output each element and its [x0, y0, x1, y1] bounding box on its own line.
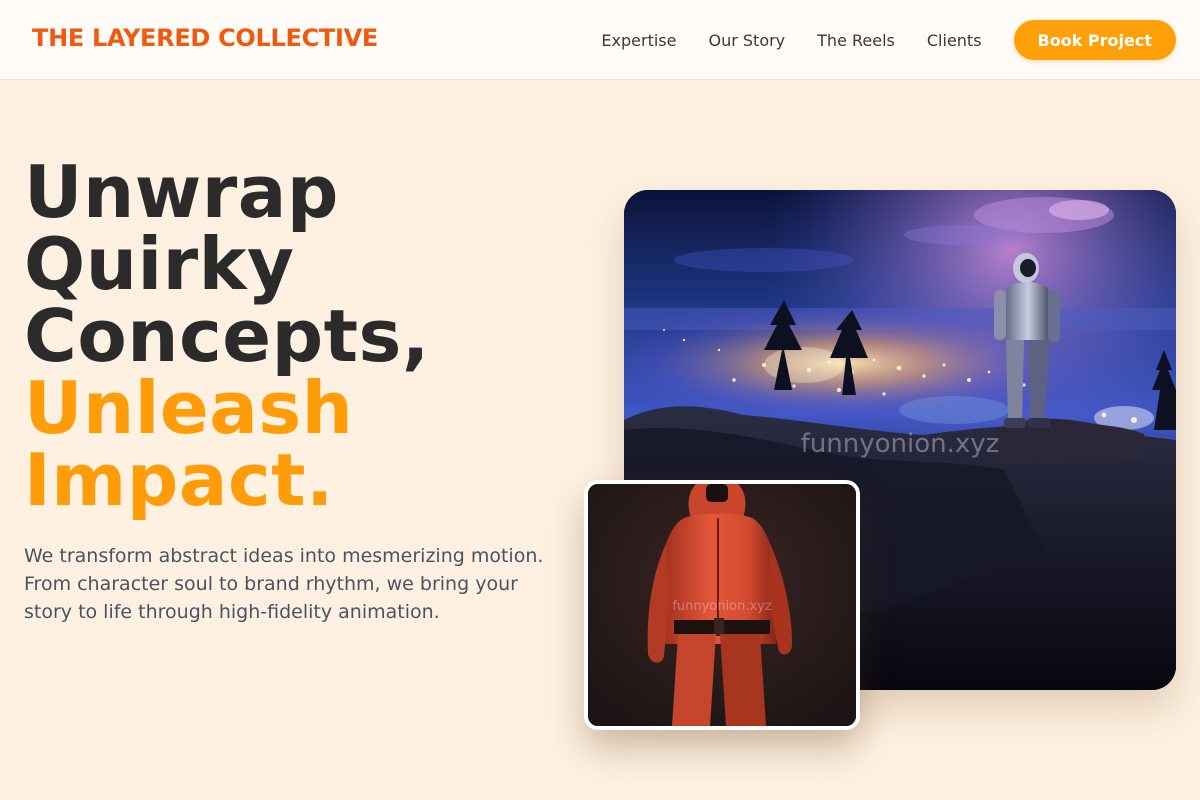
headline-accent-line-1: Unleash	[24, 366, 354, 450]
watermark-text-small: funnyonion.xyz	[672, 599, 772, 614]
headline-line-1: Unwrap	[24, 150, 339, 234]
watermark-text: funnyonion.xyz	[801, 429, 1000, 459]
nav-link-expertise[interactable]: Expertise	[601, 31, 676, 50]
nav-links: Expertise Our Story The Reels Clients Bo…	[601, 20, 1176, 60]
brand-logo[interactable]: THE LAYERED COLLECTIVE	[32, 24, 378, 52]
hero-headline: Unwrap Quirky Concepts, Unleash Impact.	[24, 156, 584, 516]
top-navbar: THE LAYERED COLLECTIVE Expertise Our Sto…	[0, 0, 1200, 80]
nav-link-our-story[interactable]: Our Story	[708, 31, 785, 50]
nav-link-clients[interactable]: Clients	[927, 31, 982, 50]
red-suit-character-illustration: funnyonion.xyz	[588, 484, 856, 726]
headline-accent-line-2: Impact.	[24, 438, 334, 522]
headline-line-2: Quirky	[24, 222, 295, 306]
nav-link-the-reels[interactable]: The Reels	[817, 31, 895, 50]
hero-description: We transform abstract ideas into mesmeri…	[24, 545, 544, 623]
hero-secondary-image: funnyonion.xyz	[584, 480, 860, 730]
headline-line-3: Concepts,	[24, 294, 430, 378]
book-project-button[interactable]: Book Project	[1013, 20, 1176, 60]
